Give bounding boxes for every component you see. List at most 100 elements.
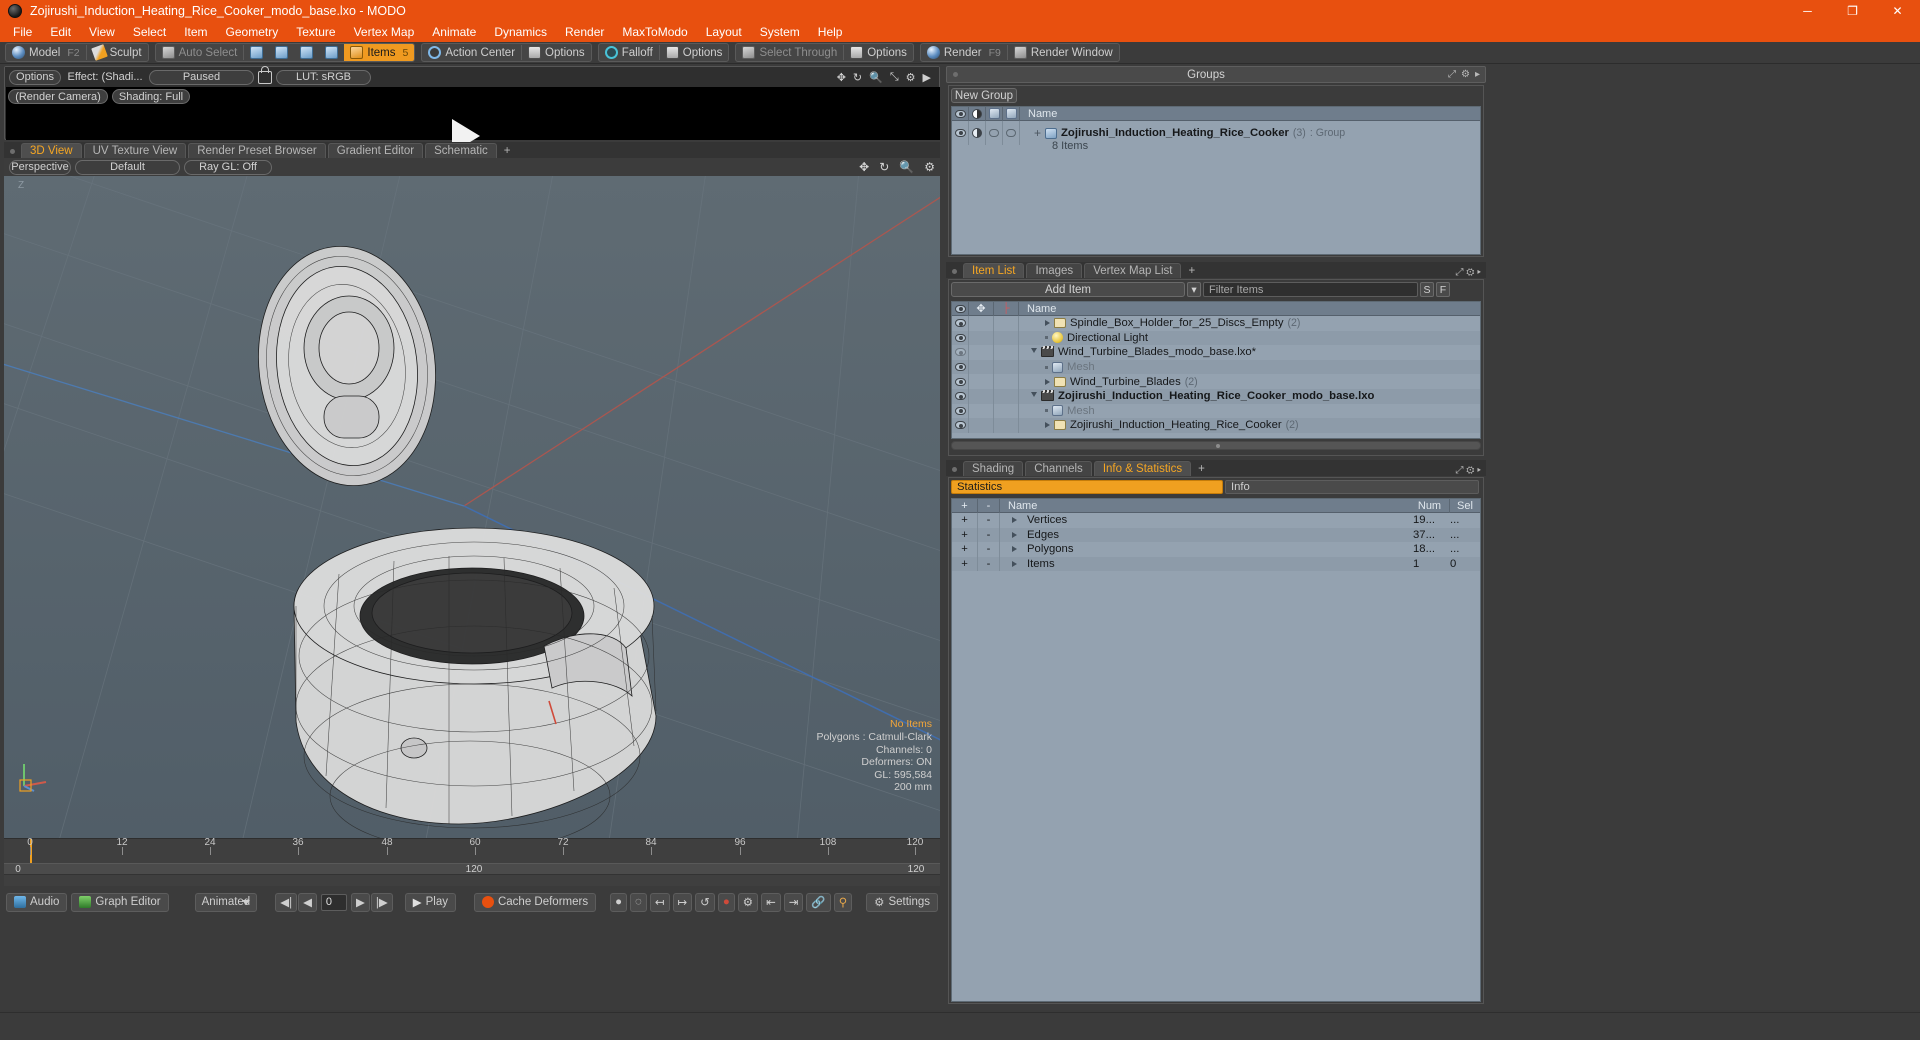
collapse-minus[interactable]: - bbox=[978, 527, 1000, 543]
pan-icon[interactable]: ✥ bbox=[859, 160, 869, 174]
play-arrow-icon[interactable]: ▶ bbox=[923, 71, 931, 84]
table-row[interactable]: + - Items 1 0 bbox=[952, 556, 1480, 572]
tab-gradient-editor[interactable]: Gradient Editor bbox=[327, 143, 424, 158]
menu-item-geometry[interactable]: Geometry bbox=[217, 22, 288, 42]
viewport-style-button[interactable]: Default bbox=[75, 159, 180, 175]
filter-s-button[interactable]: S bbox=[1420, 282, 1434, 297]
preview-effect-label[interactable]: Effect: (Shadi... bbox=[65, 70, 145, 85]
menu-item-maxtomodo[interactable]: MaxToModo bbox=[613, 22, 696, 42]
tab-vertex-map-list[interactable]: Vertex Map List bbox=[1084, 263, 1182, 278]
sel-column-header[interactable]: Sel bbox=[1450, 499, 1480, 513]
pan-icon[interactable]: ✥ bbox=[837, 71, 846, 84]
settings-button[interactable]: ⚙ Settings bbox=[866, 892, 938, 912]
fit-icon[interactable]: ⤡ bbox=[890, 71, 899, 84]
tab-render-preset-browser[interactable]: Render Preset Browser bbox=[188, 143, 326, 158]
expand-plus[interactable]: + bbox=[952, 556, 978, 572]
maximize-panel-icon[interactable]: ⤢ bbox=[1455, 465, 1463, 476]
cache-deformers-button[interactable]: Cache Deformers bbox=[473, 892, 597, 912]
tab-info-statistics[interactable]: Info & Statistics bbox=[1093, 461, 1192, 476]
item-list-name-column-header[interactable]: Name bbox=[1019, 303, 1480, 315]
gear-icon[interactable]: ⚙ bbox=[924, 160, 935, 174]
expand-arrow-icon[interactable] bbox=[1012, 517, 1017, 524]
range-end-icon[interactable]: ↦ bbox=[672, 892, 693, 912]
render-button[interactable]: Render F9 bbox=[921, 44, 1007, 61]
select-through-button[interactable]: Select Through bbox=[736, 44, 843, 61]
panel-collapse-icon[interactable]: ▸ bbox=[1477, 465, 1481, 476]
table-row[interactable]: + - Polygons 18... ... bbox=[952, 542, 1480, 557]
visible-column-header[interactable] bbox=[952, 302, 969, 316]
loop-icon[interactable]: ↺ bbox=[695, 892, 715, 912]
close-button[interactable]: ✕ bbox=[1875, 0, 1920, 22]
info-add-tab[interactable]: + bbox=[1193, 461, 1210, 476]
eye-icon[interactable] bbox=[954, 129, 966, 137]
select-through-options-button[interactable]: Options bbox=[844, 44, 913, 61]
edge-mode-button[interactable] bbox=[269, 44, 294, 61]
expand-arrow-icon[interactable] bbox=[1012, 561, 1017, 568]
play-button[interactable]: ▶ Play bbox=[404, 892, 456, 912]
panel-gear-icon[interactable]: ⚙ bbox=[1466, 465, 1474, 476]
range-start-icon[interactable]: ↤ bbox=[649, 892, 670, 912]
preview-lut-button[interactable]: LUT: sRGB bbox=[276, 69, 371, 85]
eye-icon[interactable] bbox=[954, 406, 966, 415]
new-group-button[interactable]: New Group bbox=[951, 88, 1017, 103]
gear-icon[interactable]: ⚙ bbox=[906, 71, 916, 84]
menu-item-render[interactable]: Render bbox=[556, 22, 613, 42]
eye-icon[interactable] bbox=[954, 319, 966, 328]
prev-key-icon[interactable]: ⇤ bbox=[761, 892, 781, 912]
render-column-header[interactable] bbox=[969, 106, 986, 121]
panel-gear-icon[interactable]: ⚙ bbox=[1466, 267, 1474, 278]
tab-3d-view[interactable]: 3D View bbox=[21, 143, 82, 158]
viewport-projection-button[interactable]: Perspective bbox=[9, 159, 71, 175]
table-row[interactable]: + - Vertices 19... ... bbox=[952, 513, 1480, 528]
collapse-minus[interactable]: - bbox=[978, 556, 1000, 572]
statistics-field[interactable]: Statistics bbox=[951, 480, 1223, 494]
num-column-header[interactable]: Num bbox=[1410, 499, 1450, 513]
unlock-icon[interactable] bbox=[258, 65, 272, 84]
expand-arrow-icon[interactable] bbox=[1045, 320, 1050, 327]
expand-arrow-icon[interactable] bbox=[1045, 378, 1050, 385]
lock-column-header[interactable]: ✥ bbox=[969, 302, 994, 316]
expand-arrow-icon[interactable] bbox=[1012, 546, 1017, 553]
menu-item-animate[interactable]: Animate bbox=[423, 22, 485, 42]
panel-gear-icon[interactable]: ⚙ bbox=[1461, 69, 1470, 80]
eye-icon[interactable] bbox=[954, 421, 966, 430]
link-icon[interactable]: 🔗 bbox=[806, 892, 831, 912]
step-forward-button[interactable]: ▶ bbox=[351, 892, 370, 912]
falloff-button[interactable]: Falloff bbox=[599, 44, 659, 61]
list-item[interactable]: Wind_Turbine_Blades_modo_base.lxo* bbox=[952, 345, 1480, 360]
viewport-raygl-button[interactable]: Ray GL: Off bbox=[184, 159, 272, 175]
add-item-dropdown[interactable]: ▾ bbox=[1187, 282, 1201, 297]
expand-arrow-icon[interactable] bbox=[1012, 531, 1017, 538]
autokey-icon[interactable]: ⚙ bbox=[737, 892, 759, 912]
list-item[interactable]: Mesh bbox=[952, 403, 1480, 419]
rotate-icon[interactable]: ↻ bbox=[853, 71, 862, 84]
collapse-minus[interactable]: - bbox=[978, 513, 1000, 528]
menu-item-select[interactable]: Select bbox=[124, 22, 175, 42]
tab-add-button[interactable]: + bbox=[499, 143, 516, 158]
filter-items-input[interactable]: Filter Items bbox=[1203, 282, 1418, 297]
timeline[interactable]: 0 12 24 36 48 60 72 84 96 108 120 0 120 … bbox=[4, 837, 940, 886]
menu-item-texture[interactable]: Texture bbox=[287, 22, 344, 42]
shade-column-header[interactable] bbox=[986, 106, 1003, 121]
collapse-minus[interactable]: - bbox=[978, 542, 1000, 557]
list-item[interactable]: Spindle_Box_Holder_for_25_Discs_Empty (2… bbox=[952, 316, 1480, 331]
list-item[interactable]: Directional Light bbox=[952, 330, 1480, 346]
panel-collapse-icon[interactable]: ▸ bbox=[1475, 69, 1480, 80]
next-key-icon[interactable]: ⇥ bbox=[783, 892, 804, 912]
eye-icon[interactable] bbox=[954, 348, 966, 357]
tab-channels[interactable]: Channels bbox=[1025, 461, 1092, 476]
model-mode-button[interactable]: Model F2 bbox=[6, 44, 86, 61]
collapse-arrow-icon[interactable] bbox=[1031, 392, 1037, 400]
groups-name-column-header[interactable]: Name bbox=[1020, 108, 1480, 120]
viewport-3d[interactable]: Perspective Default Ray GL: Off ✥ ↻ 🔍 ⚙ … bbox=[4, 158, 940, 838]
tab-schematic[interactable]: Schematic bbox=[425, 143, 497, 158]
audio-button[interactable]: Audio bbox=[6, 892, 68, 912]
filter-f-button[interactable]: F bbox=[1436, 282, 1450, 297]
expand-plus[interactable]: + bbox=[952, 527, 978, 543]
maximize-panel-icon[interactable]: ⤢ bbox=[1455, 267, 1463, 278]
plus-column-header[interactable]: + bbox=[952, 499, 978, 513]
collapse-arrow-icon[interactable] bbox=[1031, 348, 1037, 356]
go-end-button[interactable]: |▶ bbox=[370, 892, 393, 912]
list-item[interactable]: Zojirushi_Induction_Heating_Rice_Cooker … bbox=[952, 418, 1480, 433]
material-mode-button[interactable] bbox=[319, 44, 344, 61]
